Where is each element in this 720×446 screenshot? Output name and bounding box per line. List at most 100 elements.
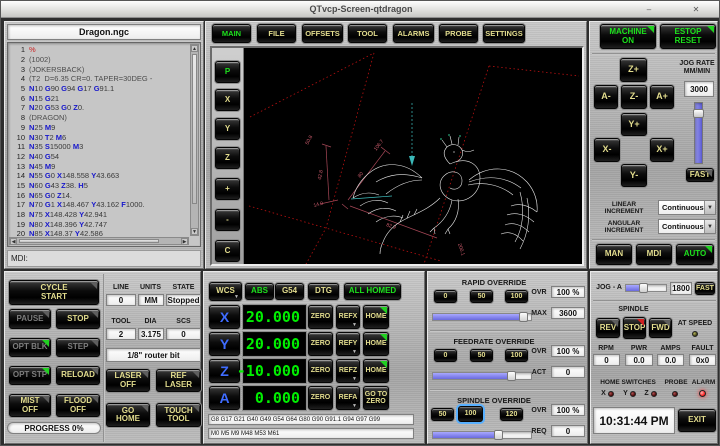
gcode-line[interactable]: 15N60 G43 Z38. H5 (10, 181, 187, 191)
gcode-line[interactable]: 18N75 X148.428 Y42.941 (10, 210, 187, 220)
spindle-slider-handle[interactable] (494, 430, 503, 440)
gcode-line[interactable]: 20N85 X148.37 Y42.586 (10, 229, 187, 236)
mode-mdi-button[interactable]: MDI (636, 244, 672, 265)
jog-x-plus-button[interactable]: X+ (650, 138, 674, 162)
gcode-line[interactable]: 13N45 M9 (10, 161, 187, 171)
preview-clear-button[interactable]: C (215, 240, 240, 262)
feed-50-button[interactable]: 50 (470, 349, 493, 362)
angular-increment-select[interactable]: Continuous ▼ (658, 219, 716, 234)
close-button[interactable]: ✕ (689, 4, 703, 15)
tab-probe[interactable]: PROBE (439, 24, 478, 43)
jog-y-minus-button[interactable]: Y- (621, 164, 647, 187)
axis-select-z[interactable]: Z (209, 359, 240, 383)
gcode-line[interactable]: 3(JOKERSBACK) (10, 64, 187, 74)
zero-z-button[interactable]: ZERO (308, 359, 333, 383)
zero-x-button[interactable]: ZERO (308, 305, 333, 329)
dtg-button[interactable]: DTG (308, 283, 339, 300)
preview-view-y-button[interactable]: Y (215, 118, 240, 140)
tab-tool[interactable]: TOOL (348, 24, 387, 43)
optional-block-button[interactable]: OPT BLK (9, 338, 51, 357)
rapid-slider-handle[interactable] (519, 312, 528, 322)
spindle-50-button[interactable]: 50 (431, 408, 454, 421)
goto-zero-button[interactable]: GO TO ZERO (363, 386, 389, 410)
axis-select-x[interactable]: X (209, 305, 240, 329)
mode-manual-button[interactable]: MAN (596, 244, 632, 265)
jog-rate-value[interactable]: 3000 (684, 81, 714, 97)
ref-a-dropdown[interactable]: REFA▼ (336, 386, 360, 410)
abs-button[interactable]: ABS (245, 283, 274, 300)
axis-select-y[interactable]: Y (209, 332, 240, 356)
home-y-button[interactable]: HOME (363, 332, 389, 356)
gcode-line[interactable]: 6N15 G21 (10, 93, 187, 103)
spindle-stop-button[interactable]: STOP (623, 317, 646, 339)
tab-offsets[interactable]: OFFSETS (302, 24, 343, 43)
tab-file[interactable]: FILE (257, 24, 296, 43)
spindle-120-button[interactable]: 120 (500, 408, 523, 421)
mist-button[interactable]: MIST OFF (9, 394, 51, 417)
gcode-line[interactable]: 1% (10, 45, 187, 55)
jog-z-plus-button[interactable]: Z+ (620, 58, 647, 82)
gcode-line[interactable]: 17N70 G1 X148.467 Y43.162 F1000. (10, 200, 187, 210)
laser-button[interactable]: LASER OFF (106, 369, 150, 392)
machine-on-button[interactable]: MACHINE ON (600, 24, 656, 49)
stop-button[interactable]: STOP (56, 309, 100, 329)
gcode-line[interactable]: 8(DRAGON) (10, 113, 187, 123)
jog-rate-slider-handle[interactable] (693, 109, 704, 118)
scroll-up-icon[interactable]: ▲ (191, 45, 198, 52)
spindle-fwd-button[interactable]: FWD (649, 318, 672, 338)
gcode-line[interactable]: 7N20 G53 G0 Z0. (10, 103, 187, 113)
gcode-3d-preview[interactable]: 50.8 42.8 14.0 80 106.7 82.9 200.1 (244, 48, 584, 264)
jog-z-minus-button[interactable]: Z- (621, 85, 647, 109)
rapid-50-button[interactable]: 50 (470, 290, 493, 303)
horizontal-scrollbar[interactable]: ◀ ▶ (9, 237, 189, 245)
minimize-button[interactable]: – (642, 4, 656, 15)
ref-laser-button[interactable]: REF LASER (156, 369, 201, 392)
feedrate-override-slider[interactable] (432, 372, 532, 380)
cycle-start-button[interactable]: CYCLE START (9, 280, 99, 305)
feedrate-slider-handle[interactable] (507, 371, 516, 381)
gcode-line[interactable]: 4(T2 D=6.35 CR=0. TAPER=30DEG - (10, 74, 187, 84)
pause-button[interactable]: PAUSE (9, 309, 51, 329)
preview-zoom-in-button[interactable]: + (215, 178, 240, 200)
mdi-input[interactable]: MDI: (7, 250, 201, 267)
linear-increment-select[interactable]: Continuous ▼ (658, 200, 716, 215)
tab-main[interactable]: MAIN (212, 24, 251, 43)
axis-select-a[interactable]: A (209, 386, 240, 410)
scroll-left-icon[interactable]: ◀ (10, 238, 17, 245)
ref-x-dropdown[interactable]: REFX▼ (336, 305, 360, 329)
zero-a-button[interactable]: ZERO (308, 386, 333, 410)
ref-z-dropdown[interactable]: REFZ▼ (336, 359, 360, 383)
preview-view-z-button[interactable]: Z (215, 147, 240, 169)
gcode-line[interactable]: 9N25 M9 (10, 123, 187, 133)
gcode-line[interactable]: 11N35 S15000 M3 (10, 142, 187, 152)
tab-alarms[interactable]: ALARMS (393, 24, 434, 43)
gcode-line[interactable]: 14N55 G0 X148.558 Y43.663 (10, 171, 187, 181)
vertical-scrollbar[interactable]: ▲ ▼ (190, 44, 199, 236)
exit-button[interactable]: EXIT (678, 409, 716, 432)
flood-button[interactable]: FLOOD OFF (56, 394, 100, 417)
jog-x-minus-button[interactable]: X- (594, 138, 620, 162)
jog-y-plus-button[interactable]: Y+ (621, 113, 647, 136)
rapid-0-button[interactable]: 0 (434, 290, 457, 303)
spindle-override-slider[interactable] (432, 431, 532, 439)
preview-view-x-button[interactable]: X (215, 89, 240, 111)
jog-a-slider[interactable] (625, 284, 667, 292)
g54-button[interactable]: G54 (275, 283, 304, 300)
spindle-rev-button[interactable]: REV (596, 318, 620, 338)
feed-0-button[interactable]: 0 (434, 349, 457, 362)
preview-perspective-button[interactable]: P (215, 61, 240, 83)
gcode-line[interactable]: 2(1002) (10, 55, 187, 65)
gcode-line[interactable]: 10N30 T2 M6 (10, 132, 187, 142)
feed-100-button[interactable]: 100 (505, 349, 528, 362)
spindle-100-button[interactable]: 100 (458, 406, 483, 422)
optional-stop-button[interactable]: OPT STP (9, 366, 51, 385)
jog-a-fast-button[interactable]: FAST (695, 282, 715, 295)
home-z-button[interactable]: HOME (363, 359, 389, 383)
gcode-line[interactable]: 19N80 X148.396 Y42.747 (10, 219, 187, 229)
gcode-line[interactable]: 5N10 G90 G94 G17 G91.1 (10, 84, 187, 94)
gcode-line[interactable]: 12N40 G54 (10, 152, 187, 162)
jog-a-plus-button[interactable]: A+ (650, 85, 674, 109)
preview-zoom-out-button[interactable]: - (215, 209, 240, 231)
jog-a-slider-handle[interactable] (639, 283, 648, 293)
estop-reset-button[interactable]: ESTOP RESET (660, 24, 716, 49)
